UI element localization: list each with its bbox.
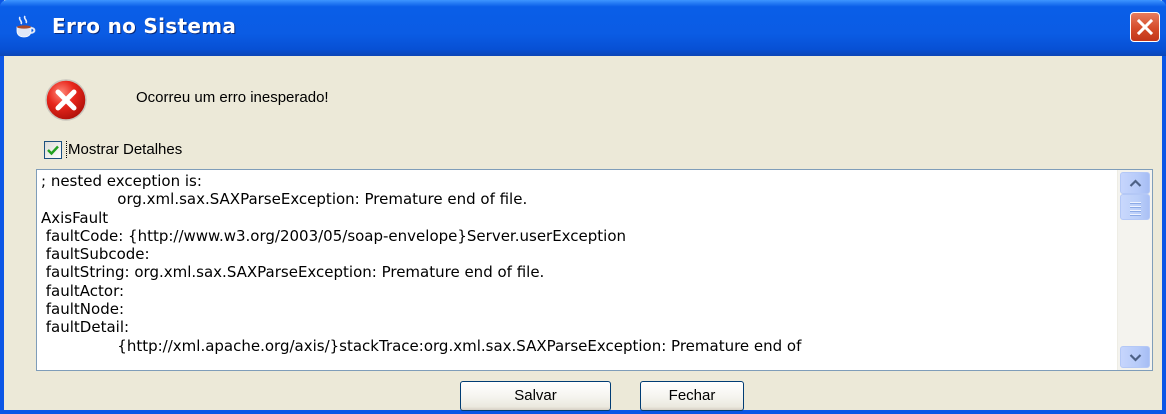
scroll-up-arrow-icon <box>1129 179 1142 187</box>
close-window-button[interactable] <box>1130 12 1160 42</box>
close-button[interactable]: Fechar <box>640 381 744 411</box>
details-line: faultSubcode: <box>41 245 150 264</box>
details-line: ; nested exception is: <box>41 172 202 190</box>
details-line: faultDetail: <box>41 318 130 337</box>
details-text[interactable]: ; nested exception is: org.xml.sax.SAXPa… <box>37 170 1116 370</box>
error-icon <box>44 78 88 122</box>
checkmark-icon <box>47 145 59 156</box>
window-title: Erro no Sistema <box>52 14 237 38</box>
show-details-checkbox[interactable] <box>44 141 62 159</box>
details-scrollbar[interactable] <box>1117 170 1152 370</box>
details-line: faultNode: <box>41 300 124 319</box>
details-line: AxisFault <box>41 208 109 227</box>
details-line: org.xml.sax.SAXParseException: Premature… <box>41 190 528 209</box>
title-bar[interactable]: Erro no Sistema <box>0 0 1166 56</box>
scroll-grip-line <box>1130 210 1141 211</box>
close-icon <box>1136 18 1154 36</box>
save-button[interactable]: Salvar <box>460 381 611 411</box>
scroll-thumb[interactable] <box>1120 194 1150 220</box>
error-dialog: Erro no Sistema Ocorreu um erro inespera… <box>0 0 1166 414</box>
details-text-area[interactable]: ; nested exception is: org.xml.sax.SAXPa… <box>36 169 1153 371</box>
error-message: Ocorreu um erro inesperado! <box>136 89 329 106</box>
scroll-down-button[interactable] <box>1120 346 1150 368</box>
scroll-down-arrow-icon <box>1129 354 1142 362</box>
details-line: faultString: org.xml.sax.SAXParseExcepti… <box>41 263 545 282</box>
show-details-label[interactable]: Mostrar Detalhes <box>66 141 183 158</box>
scroll-grip-line <box>1130 202 1141 203</box>
scroll-grip-line <box>1130 206 1141 207</box>
scroll-grip-line <box>1130 214 1141 215</box>
details-line: faultActor: <box>41 281 125 300</box>
details-line: {http://xml.apache.org/axis/}stackTrace:… <box>41 336 802 355</box>
scroll-up-button[interactable] <box>1120 172 1150 194</box>
java-coffee-cup-icon <box>14 15 40 39</box>
details-line: faultCode: {http://www.w3.org/2003/05/so… <box>41 226 627 245</box>
